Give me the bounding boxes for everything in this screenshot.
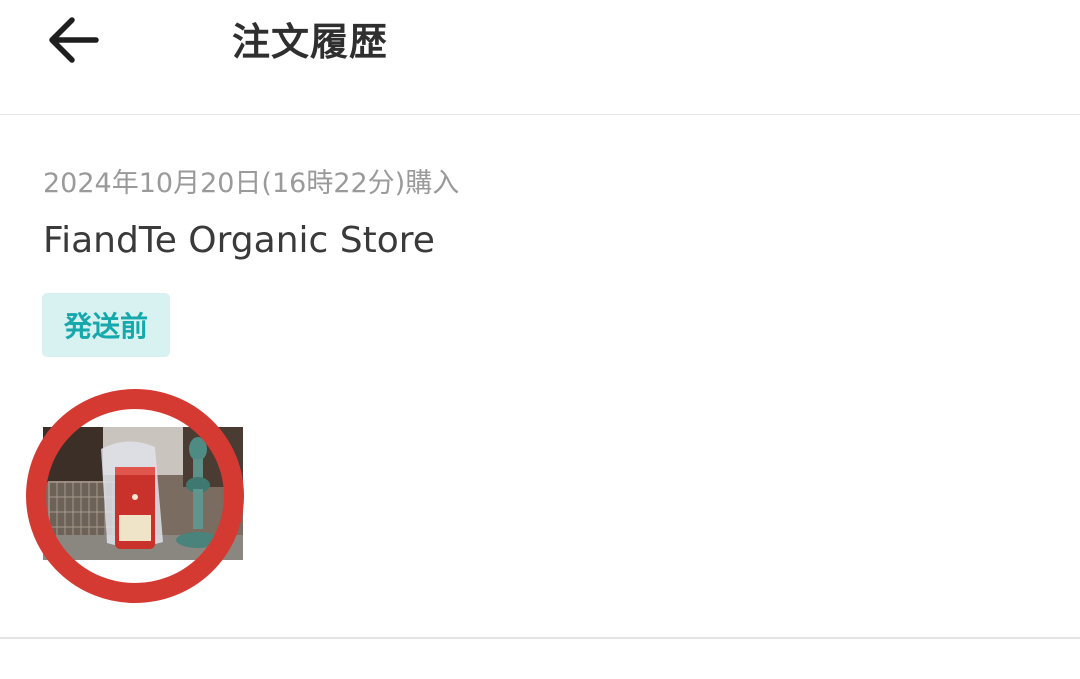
highlight-circle [26, 389, 244, 603]
status-badge-label: 発送前 [63, 310, 148, 343]
status-badge: 発送前 [42, 293, 170, 357]
arrow-left-icon [49, 17, 99, 63]
page-title: 注文履歴 [232, 20, 389, 64]
back-button[interactable] [38, 8, 110, 72]
app-header: 注文履歴 [0, 0, 1080, 115]
store-name: FiandTe Organic Store [43, 220, 435, 261]
order-card[interactable]: 2024年10月20日(16時22分)購入 FiandTe Organic St… [0, 115, 1080, 639]
purchase-date: 2024年10月20日(16時22分)購入 [43, 168, 460, 199]
